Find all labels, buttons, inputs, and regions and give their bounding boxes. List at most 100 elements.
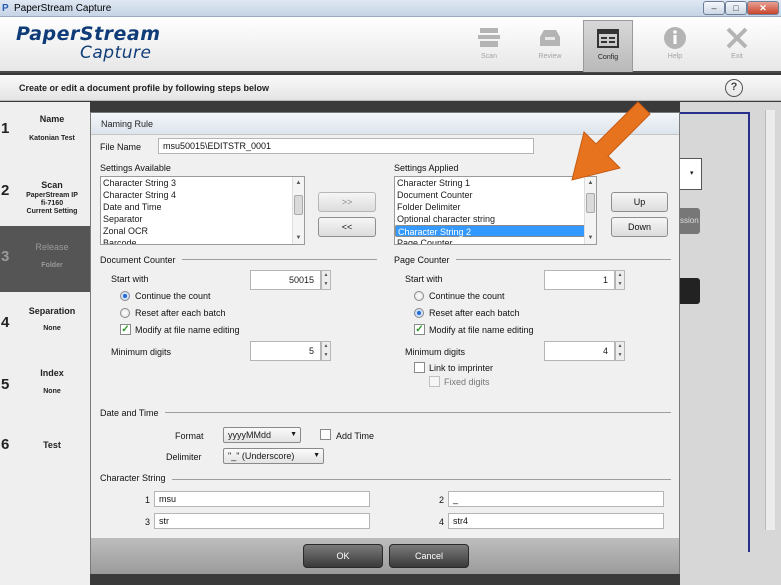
scroll-thumb[interactable] [294,195,303,215]
toolbar-config-label: Config [597,54,619,61]
list-scrollbar[interactable]: ▲ ▼ [292,177,304,244]
page-modify-checkbox[interactable]: ✓ [414,324,425,335]
logo-capture: Capture [80,43,152,63]
step-number: 1 [1,120,10,137]
remove-setting-button[interactable]: << [318,217,376,237]
toolbar-review-button[interactable]: Review [525,20,575,70]
char-string-3-field[interactable]: str [154,513,370,529]
step-name[interactable]: 1 Name Katonian Test [0,102,90,168]
file-name-field[interactable]: msu50015\EDITSTR_0001 [158,138,534,154]
scroll-down-icon[interactable]: ▼ [293,232,304,244]
char-string-2-label: 2 [439,495,445,505]
doc-modify-checkbox[interactable]: ✓ [120,324,131,335]
minimize-button[interactable]: – [703,1,725,15]
page-modify-label: Modify at file name editing [429,325,534,335]
settings-applied-list[interactable]: Character String 1 Document Counter Fold… [394,176,597,245]
page-counter-title: Page Counter [394,255,456,265]
config-window-icon [597,29,619,48]
window-titlebar: P PaperStream Capture – □ ✕ [0,0,781,17]
page-start-spinner[interactable]: ▲ ▼ [615,270,625,290]
char-string-1-field[interactable]: msu [154,491,370,507]
toolbar-scan-button[interactable]: Scan [464,20,514,70]
list-item[interactable]: Zonal OCR [101,225,304,237]
toolbar-config-button[interactable]: Config [583,20,633,72]
ok-button[interactable]: OK [303,544,383,568]
step-title: Scan [41,180,63,190]
section-divider [100,479,671,480]
chevron-down-icon: ▼ [290,431,297,438]
scroll-up-icon[interactable]: ▲ [293,177,304,189]
scanner-icon [478,28,500,47]
close-window-button[interactable]: ✕ [747,1,779,15]
delimiter-select[interactable]: "_" (Underscore) ▼ [223,448,324,464]
step-separation[interactable]: 4 Separation None [0,292,90,358]
step-index[interactable]: 5 Index None [0,356,90,422]
list-item[interactable]: Barcode [101,237,304,244]
maximize-button[interactable]: □ [725,1,747,15]
settings-available-list[interactable]: Character String 3 Character String 4 Da… [100,176,305,245]
panel-border [748,112,750,552]
char-string-4-label: 4 [439,517,445,527]
list-item[interactable]: Character String 4 [101,189,304,201]
format-select[interactable]: yyyyMMdd ▼ [223,427,301,443]
page-reset-radio[interactable] [414,308,424,318]
step-release[interactable]: 3 Release Folder [0,226,90,292]
add-setting-button[interactable]: >> [318,192,376,212]
page-start-with-label: Start with [405,274,443,284]
toolbar-exit-button[interactable]: Exit [712,20,762,70]
list-scrollbar[interactable]: ▲ ▼ [584,177,596,244]
doc-start-spinner[interactable]: ▲ ▼ [321,270,331,290]
list-item[interactable]: Optional character string [395,213,596,225]
page-min-digits-field[interactable]: 4 [544,341,615,361]
link-imprinter-label: Link to imprinter [429,363,494,373]
link-imprinter-checkbox[interactable] [414,362,425,373]
file-name-label: File Name [100,142,142,152]
toolbar-scan-label: Scan [481,53,497,60]
list-item[interactable]: Date and Time [101,201,304,213]
doc-start-with-field[interactable]: 50015 [250,270,321,290]
doc-min-digits-label: Minimum digits [111,347,172,357]
list-item[interactable]: Character String 1 [395,177,596,189]
list-item-selected[interactable]: Character String 2 [395,225,596,237]
scroll-thumb[interactable] [586,193,595,213]
cancel-button[interactable]: Cancel [389,544,469,568]
scroll-down-icon[interactable]: ▼ [585,232,596,244]
step-title: Index [40,368,64,378]
instruction-text: Create or edit a document profile by fol… [19,83,270,93]
step-subtitle: fi-7160 [40,200,64,207]
page-continue-label: Continue the count [429,291,505,301]
add-time-checkbox[interactable] [320,429,331,440]
page-scrollbar[interactable] [765,110,775,530]
doc-modify-label: Modify at file name editing [135,325,240,335]
step-sidebar: 1 Name Katonian Test 2 Scan PaperStream … [0,102,90,585]
char-string-4-field[interactable]: str4 [448,513,664,529]
page-min-digits-spinner[interactable]: ▲ ▼ [615,341,625,361]
page-continue-radio[interactable] [414,291,424,301]
toolbar-help-label: Help [667,53,683,60]
list-item[interactable]: Folder Delimiter [395,201,596,213]
doc-start-with-label: Start with [111,274,149,284]
doc-reset-radio[interactable] [120,308,130,318]
panel-border [680,112,750,114]
list-item[interactable]: Separator [101,213,304,225]
toolbar-help-button[interactable]: Help [650,20,700,70]
background-dropdown: ▾ [680,158,702,190]
doc-continue-radio[interactable] [120,291,130,301]
app-header: PaperStream Capture Scan Review Config H… [0,17,781,73]
chevron-down-icon: ▼ [313,452,320,459]
doc-min-digits-spinner[interactable]: ▲ ▼ [321,341,331,361]
move-up-button[interactable]: Up [611,192,668,212]
help-circle-icon[interactable]: ? [725,79,743,97]
list-item[interactable]: Character String 3 [101,177,304,189]
step-scan[interactable]: 2 Scan PaperStream IP fi-7160 Current Se… [0,164,90,230]
fixed-digits-checkbox[interactable] [429,376,440,387]
list-item[interactable]: Document Counter [395,189,596,201]
step-test[interactable]: 6 Test [0,420,90,486]
doc-min-digits-field[interactable]: 5 [250,341,321,361]
list-item[interactable]: Page Counter [395,237,596,244]
instruction-bar: Create or edit a document profile by fol… [0,75,781,101]
page-start-with-field[interactable]: 1 [544,270,615,290]
doc-reset-label: Reset after each batch [135,308,226,318]
move-down-button[interactable]: Down [611,217,668,237]
char-string-2-field[interactable]: _ [448,491,664,507]
